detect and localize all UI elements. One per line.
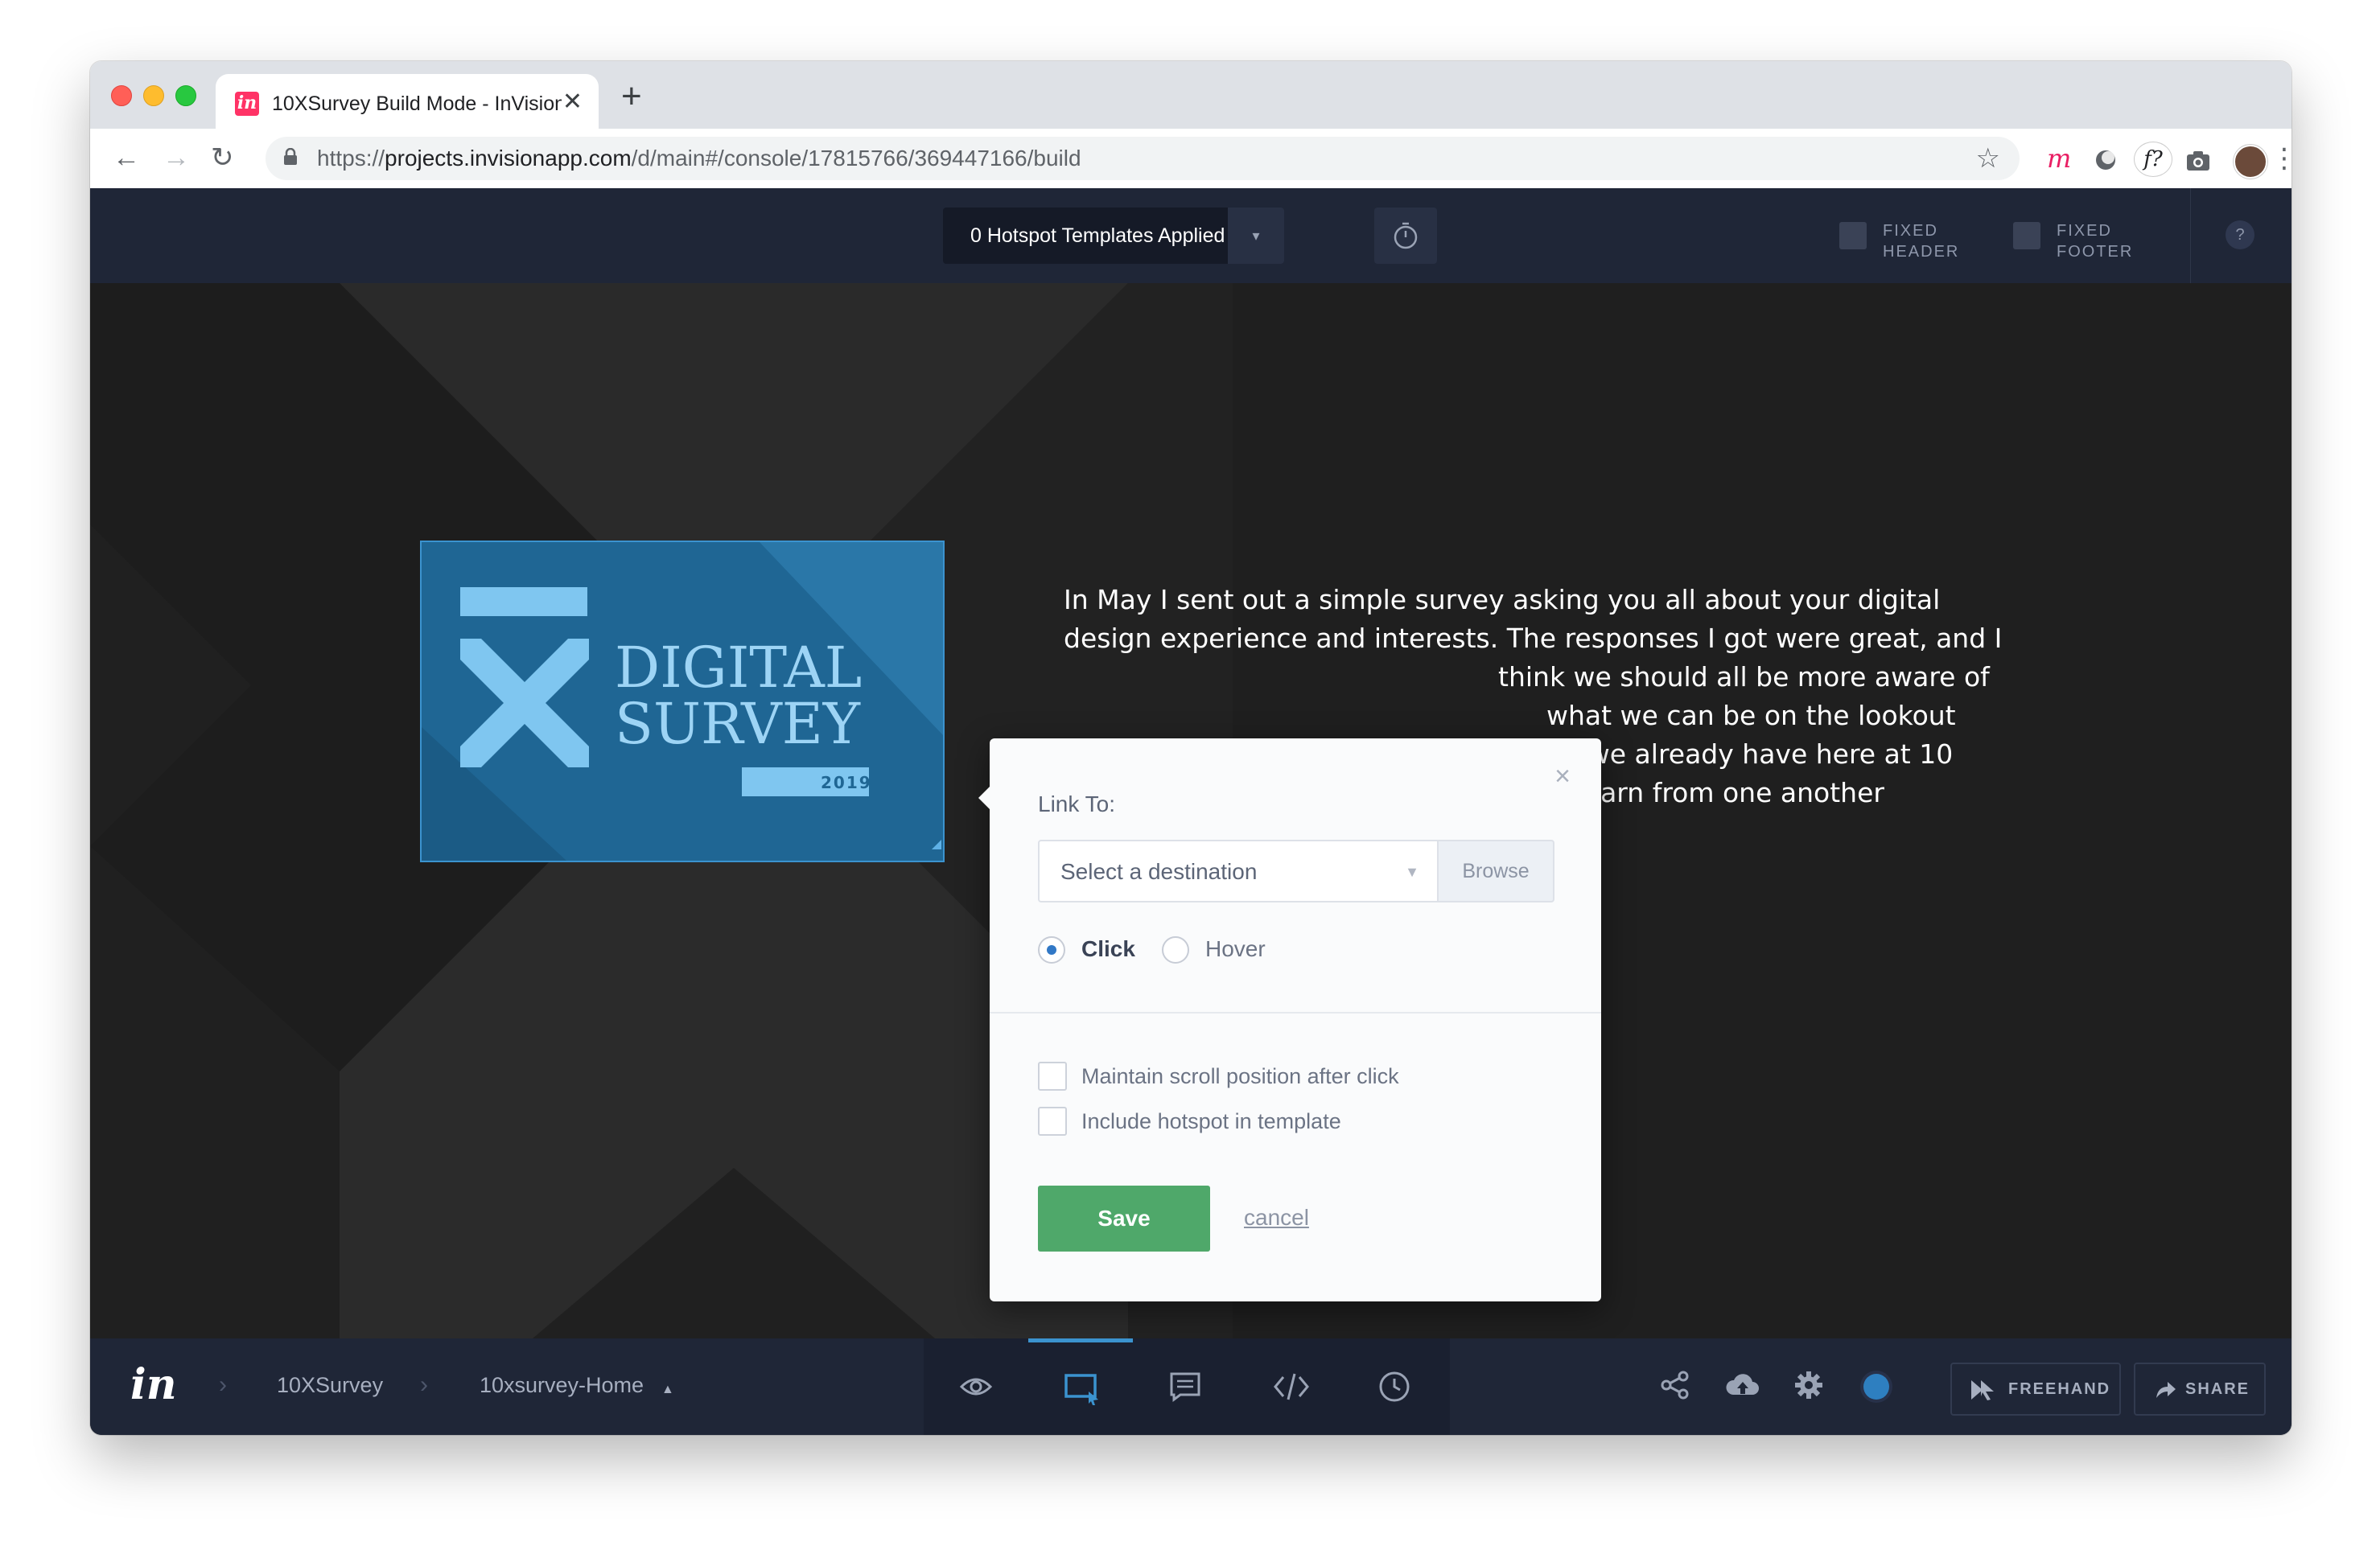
modal-pointer xyxy=(978,787,990,809)
extension-m-icon[interactable]: m xyxy=(2047,142,2071,175)
cancel-link[interactable]: cancel xyxy=(1244,1203,1309,1232)
chevron-right-icon: › xyxy=(219,1371,227,1398)
extension-font-icon[interactable]: f? xyxy=(2134,142,2172,177)
maintain-scroll-checkbox[interactable] xyxy=(1038,1062,1067,1091)
freehand-button[interactable]: FREEHAND xyxy=(1950,1363,2121,1416)
timer-button[interactable] xyxy=(1374,208,1437,264)
browser-tab-strip: in 10XSurvey Build Mode - InVision ✕ + xyxy=(90,61,2291,129)
new-tab-button[interactable]: + xyxy=(621,79,642,114)
maintain-scroll-label[interactable]: Maintain scroll position after click xyxy=(1081,1062,1399,1091)
share-nodes-icon[interactable] xyxy=(1659,1369,1691,1401)
fixed-header-checkbox[interactable] xyxy=(1839,222,1867,249)
tab-title: 10XSurvey Build Mode - InVision xyxy=(272,92,562,115)
maximize-window-button[interactable] xyxy=(175,85,196,106)
stopwatch-icon xyxy=(1394,222,1418,249)
share-label: SHARE xyxy=(2185,1380,2250,1398)
include-template-label[interactable]: Include hotspot in template xyxy=(1081,1107,1341,1136)
preview-eye-icon xyxy=(960,1378,992,1396)
freehand-icon xyxy=(1971,1380,1994,1400)
fixed-header-label: FIXED HEADER xyxy=(1883,222,1960,261)
body-line: design experience and interests. The res… xyxy=(1064,623,2003,654)
destination-select[interactable]: Select a destination ▼ xyxy=(1038,840,1437,902)
browser-menu-icon[interactable]: ⋮ xyxy=(2271,142,2291,175)
history-mode-button[interactable] xyxy=(1342,1338,1447,1435)
hotspot-link-modal: × Link To: Select a destination ▼ Browse… xyxy=(978,738,1601,1301)
click-trigger-label[interactable]: Click xyxy=(1081,935,1135,964)
save-button[interactable]: Save xyxy=(1038,1186,1210,1252)
fixed-footer-checkbox[interactable] xyxy=(2013,222,2040,249)
close-window-button[interactable] xyxy=(111,85,132,106)
build-bottombar: in › 10XSurvey › 10xsurvey-Home ▲ FREEHA… xyxy=(90,1338,2291,1435)
back-arrow-icon[interactable]: ← xyxy=(113,140,140,175)
browser-tab-active[interactable]: in 10XSurvey Build Mode - InVision ✕ xyxy=(216,74,599,129)
history-clock-icon xyxy=(1379,1371,1410,1402)
fixed-footer-label: FIXED FOOTER xyxy=(2057,222,2134,261)
build-mode-button[interactable] xyxy=(1028,1338,1133,1435)
lock-icon xyxy=(284,148,297,165)
survey-year: 2019 xyxy=(821,773,872,792)
chevron-right-icon: › xyxy=(420,1371,428,1398)
mode-switcher xyxy=(924,1338,1450,1435)
modal-divider xyxy=(990,1012,1601,1013)
chevron-down-icon: ▼ xyxy=(1405,864,1419,880)
invision-logo[interactable]: in xyxy=(130,1363,177,1408)
build-topbar: 0 Hotspot Templates Applied ▾ FIXED HEADE… xyxy=(90,188,2291,283)
camera-icon[interactable] xyxy=(2185,146,2211,180)
browser-toolbar: ← → ↻ https://projects.invisionapp.com/d… xyxy=(90,129,2291,189)
breadcrumb-screen[interactable]: 10xsurvey-Home xyxy=(480,1371,644,1400)
build-hotspot-icon xyxy=(1064,1374,1098,1405)
url-scheme: https:// xyxy=(317,146,385,171)
url-path: /d/main#/console/17815766/369447166/buil… xyxy=(631,146,1081,171)
freehand-label: FREEHAND xyxy=(2008,1380,2111,1398)
click-trigger-radio[interactable] xyxy=(1038,936,1065,964)
chevron-down-icon[interactable]: ▾ xyxy=(1228,208,1284,264)
body-line: In May I sent out a simple survey asking… xyxy=(1064,584,1941,615)
survey-logo-graphic: DIGITAL SURVEY 2019 xyxy=(422,542,943,861)
help-button[interactable]: ? xyxy=(2226,220,2254,249)
hover-trigger-radio[interactable] xyxy=(1162,936,1189,964)
forward-arrow-icon[interactable]: → xyxy=(163,140,190,175)
survey-title-line2: SURVEY xyxy=(615,691,861,757)
body-line: what we can be on the lookout xyxy=(1546,700,1956,731)
minimize-window-button[interactable] xyxy=(143,85,164,106)
hover-trigger-label[interactable]: Hover xyxy=(1205,935,1266,964)
profile-avatar[interactable] xyxy=(2234,145,2267,179)
reload-icon[interactable]: ↻ xyxy=(211,140,234,175)
hotspot-templates-label: 0 Hotspot Templates Applied xyxy=(970,224,1225,247)
tab-close-icon[interactable]: ✕ xyxy=(562,88,583,116)
url-text[interactable]: https://projects.invisionapp.com/d/main#… xyxy=(317,145,1081,172)
comment-mode-button[interactable] xyxy=(1133,1338,1237,1435)
gear-icon[interactable] xyxy=(1793,1369,1825,1401)
address-bar[interactable]: https://projects.invisionapp.com/d/main#… xyxy=(266,137,2020,180)
invision-favicon-icon: in xyxy=(235,92,259,116)
destination-placeholder: Select a destination xyxy=(1060,859,1258,884)
inspect-mode-button[interactable] xyxy=(1237,1338,1342,1435)
body-line: think we should all be more aware of xyxy=(1498,661,1990,693)
share-button[interactable]: SHARE xyxy=(2134,1363,2266,1416)
breadcrumb-project[interactable]: 10XSurvey xyxy=(277,1371,383,1400)
digital-survey-hero-image[interactable]: DIGITAL SURVEY 2019 xyxy=(420,541,945,862)
preview-mode-button[interactable] xyxy=(924,1338,1028,1435)
cloud-upload-icon[interactable] xyxy=(1725,1369,1760,1401)
extension-circle-icon[interactable] xyxy=(2094,146,2118,180)
hotspot-templates-dropdown[interactable]: 0 Hotspot Templates Applied ▾ xyxy=(943,208,1284,264)
browse-button[interactable]: Browse xyxy=(1437,840,1554,902)
modal-title: Link To: xyxy=(1038,791,1115,816)
browser-window: in 10XSurvey Build Mode - InVision ✕ + ←… xyxy=(90,61,2291,1435)
topbar-divider xyxy=(2190,188,2191,283)
bookmark-star-icon[interactable]: ☆ xyxy=(1976,142,2000,175)
invision-app: 0 Hotspot Templates Applied ▾ FIXED HEADE… xyxy=(90,188,2291,1435)
inspect-code-icon xyxy=(1274,1373,1309,1400)
status-indicator[interactable] xyxy=(1863,1374,1889,1400)
include-template-checkbox[interactable] xyxy=(1038,1107,1067,1136)
comment-icon xyxy=(1170,1372,1200,1402)
chevron-up-icon[interactable]: ▲ xyxy=(661,1375,674,1404)
close-icon[interactable]: × xyxy=(1554,763,1571,790)
share-arrow-icon xyxy=(2156,1382,2176,1398)
url-host: projects.invisionapp.com xyxy=(385,146,632,171)
